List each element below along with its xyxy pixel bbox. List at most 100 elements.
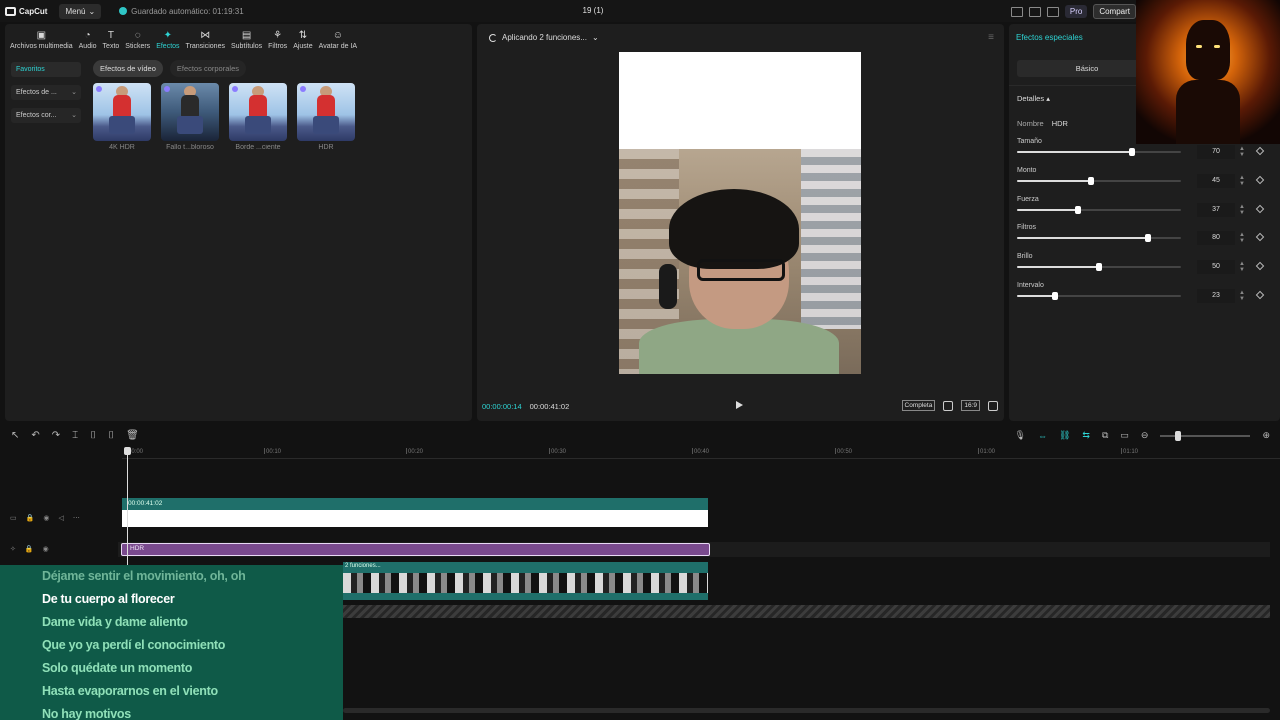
timeline-scrollbar[interactable] (343, 708, 1270, 713)
eye-icon[interactable]: ◉ (43, 545, 49, 553)
param-value-input[interactable]: 80 (1197, 231, 1235, 245)
split-icon[interactable]: ⌶ (72, 430, 78, 441)
project-title[interactable]: 19 (1) (560, 6, 626, 15)
share-button[interactable]: Compart (1093, 4, 1136, 19)
playhead[interactable] (124, 447, 131, 572)
lock-icon[interactable]: 🔒 (25, 545, 34, 553)
stepper-icon[interactable]: ▲ ▼ (1239, 146, 1245, 158)
video-preview[interactable] (619, 52, 861, 374)
menu-button[interactable]: Menú ⌄ (59, 3, 102, 19)
keyframe-icon[interactable] (1255, 204, 1265, 214)
tool-filters[interactable]: ⚘ Filtros (265, 24, 290, 52)
param-value-input[interactable]: 70 (1197, 145, 1235, 159)
audio-track-placeholder[interactable] (343, 605, 1270, 618)
param-value-input[interactable]: 37 (1197, 203, 1235, 217)
zoom-handle[interactable] (1175, 430, 1182, 441)
speaker-icon[interactable]: ◁ (58, 514, 63, 522)
sidenav-video-effects[interactable]: Efectos de ... ⌄ (11, 85, 81, 100)
sidenav-favorites[interactable]: Favoritos (11, 62, 81, 77)
tool-stickers[interactable]: ◌ Stickers (122, 24, 153, 52)
player-status[interactable]: Aplicando 2 funciones... ⌄ (489, 33, 599, 42)
tool-transitions[interactable]: ⋈ Transiciones (183, 24, 228, 52)
microphone-icon[interactable]: 🎙 (1015, 430, 1026, 441)
more-icon[interactable]: ⋯ (73, 514, 80, 522)
keyframe-icon[interactable] (1255, 146, 1265, 156)
stepper-icon[interactable]: ▲ ▼ (1239, 261, 1245, 273)
param-slider[interactable] (1017, 292, 1181, 300)
layout-icon[interactable] (1010, 6, 1023, 17)
eye-icon[interactable]: ◉ (43, 514, 49, 522)
settings-icon[interactable] (1046, 6, 1059, 17)
delete-icon[interactable]: 🗑 (126, 430, 139, 441)
stepper-icon[interactable]: ▲ ▼ (1239, 290, 1245, 302)
screenshot-icon[interactable] (943, 400, 954, 411)
param-slider[interactable] (1017, 234, 1181, 242)
zoom-out-icon[interactable]: ⊖ (1141, 430, 1149, 441)
slider-handle[interactable] (1088, 177, 1094, 185)
tool-subtitles[interactable]: ▤ Subtítulos (228, 24, 265, 52)
inspector-title[interactable]: Efectos especiales (1016, 33, 1083, 42)
param-slider[interactable] (1017, 177, 1181, 185)
keyframe-icon[interactable] (1255, 290, 1265, 300)
zoom-in-icon[interactable]: ⊕ (1262, 430, 1270, 441)
chip-body-effects[interactable]: Efectos corporales (169, 60, 246, 77)
tool-ai-avatar[interactable]: ☺ Avatar de IA (316, 24, 360, 52)
pro-badge[interactable]: Pro (1064, 5, 1088, 18)
keyframe-icon[interactable] (1255, 261, 1265, 271)
hdr-effect-clip[interactable] (121, 543, 710, 556)
timeline-ruler[interactable]: 00:00 00:10 00:20 00:30 00:40 00:50 01:0… (122, 447, 1280, 459)
ruler-tick: 00:30 (548, 448, 567, 455)
tool-media[interactable]: ▣ Archivos multimedia (7, 24, 76, 52)
details-header[interactable]: Detalles ▴ (1017, 94, 1050, 103)
stepper-icon[interactable]: ▲ ▼ (1239, 204, 1245, 216)
timecode: 00:00:00:14 00:00:41:02 (482, 402, 569, 411)
snap-icon[interactable]: ⧉ (1102, 430, 1108, 441)
link-clips-icon[interactable]: ⇔ (1038, 431, 1047, 441)
split-left-icon[interactable]: ⌷ (90, 430, 96, 441)
slider-handle[interactable] (1075, 206, 1081, 214)
slider-handle[interactable] (1129, 148, 1135, 156)
lock-icon[interactable]: 🔒 (26, 514, 35, 522)
select-cursor-icon[interactable]: ↖ (11, 430, 19, 441)
overlay-clip[interactable] (122, 498, 708, 527)
split-right-icon[interactable]: ⌷ (108, 430, 114, 441)
subtitle-track-icon[interactable]: ▭ (1120, 430, 1129, 441)
stepper-icon[interactable]: ▲ ▼ (1239, 175, 1245, 187)
stepper-icon[interactable]: ▲ ▼ (1239, 232, 1245, 244)
param-value-input[interactable]: 45 (1197, 174, 1235, 188)
keyframe-icon[interactable] (1255, 232, 1265, 242)
param-slider[interactable] (1017, 148, 1181, 156)
cover-icon[interactable]: ▭ (10, 514, 17, 522)
quality-button[interactable]: Completa (901, 400, 936, 411)
preview-axis-icon[interactable]: ⇆ (1082, 430, 1090, 441)
magnet-icon[interactable]: ⛓ (1059, 430, 1070, 441)
tool-adjust[interactable]: ⇅ Ajuste (290, 24, 315, 52)
main-video-clip[interactable] (343, 562, 708, 600)
chip-video-effects[interactable]: Efectos de vídeo (93, 60, 163, 77)
aspect-ratio-button[interactable]: 16:9 (961, 400, 980, 411)
play-icon[interactable] (736, 401, 743, 409)
redo-icon[interactable]: ↷ (52, 430, 60, 441)
effect-card[interactable]: Borde ...ciente (229, 83, 287, 151)
keyframe-icon[interactable] (1255, 175, 1265, 185)
effect-card[interactable]: 4K HDR (93, 83, 151, 151)
tool-audio[interactable]: ◔ Audio (76, 24, 100, 52)
keyboard-icon[interactable] (1028, 6, 1041, 17)
slider-handle[interactable] (1096, 263, 1102, 271)
hamburger-menu-icon[interactable]: ≡ (988, 32, 994, 43)
param-value-input[interactable]: 50 (1197, 260, 1235, 274)
effect-track-icon[interactable]: ✧ (10, 545, 16, 553)
zoom-slider[interactable] (1160, 430, 1251, 441)
param-slider[interactable] (1017, 263, 1181, 271)
effect-card[interactable]: HDR (297, 83, 355, 151)
undo-icon[interactable]: ↶ (31, 430, 39, 441)
param-slider[interactable] (1017, 206, 1181, 214)
slider-handle[interactable] (1145, 234, 1151, 242)
tool-text[interactable]: T Texto (100, 24, 123, 52)
tool-effects[interactable]: ✦ Efectos (153, 24, 182, 52)
effect-card[interactable]: Fallo t...bloroso (161, 83, 219, 151)
fullscreen-icon[interactable] (988, 400, 998, 411)
sidenav-body-effects[interactable]: Efectos cor... ⌄ (11, 108, 81, 123)
param-value-input[interactable]: 23 (1197, 289, 1235, 303)
slider-handle[interactable] (1052, 292, 1058, 300)
